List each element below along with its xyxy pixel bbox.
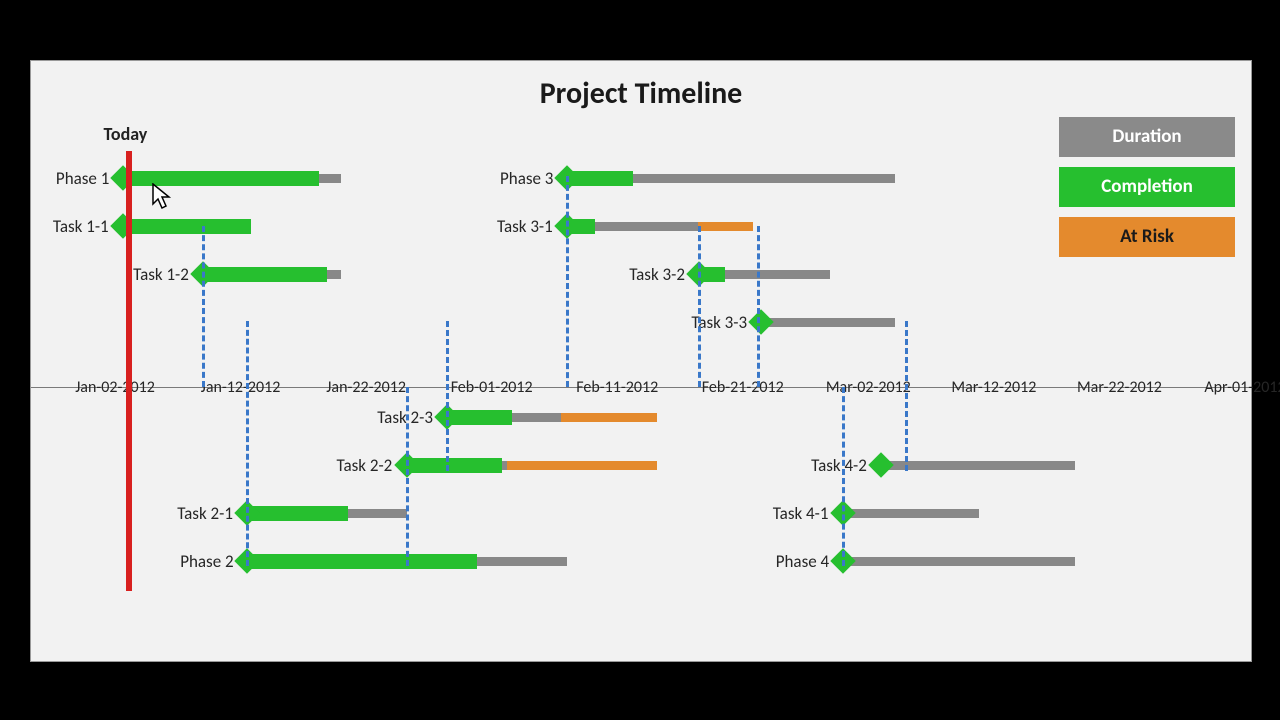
chart-title: Project Timeline bbox=[31, 75, 1251, 112]
task-label: Task 1-2 bbox=[133, 264, 189, 285]
x-tick: Apr-01-2012 bbox=[1204, 378, 1280, 397]
x-tick: Mar-12-2012 bbox=[951, 378, 1036, 397]
connector bbox=[202, 226, 205, 387]
cursor-icon bbox=[151, 183, 173, 211]
connector bbox=[446, 321, 449, 471]
x-tick: Mar-02-2012 bbox=[826, 378, 911, 397]
task-label: Task 2-1 bbox=[177, 503, 233, 524]
start-marker bbox=[749, 309, 774, 334]
start-marker bbox=[110, 213, 135, 238]
connector bbox=[757, 226, 760, 387]
today-label: Today bbox=[104, 123, 148, 145]
legend-duration: Duration bbox=[1059, 117, 1235, 157]
task-label: Phase 3 bbox=[500, 168, 553, 189]
x-tick: Mar-22-2012 bbox=[1077, 378, 1162, 397]
bar-completion bbox=[247, 554, 477, 569]
task-label: Task 4-2 bbox=[811, 455, 867, 476]
bar-completion bbox=[407, 458, 502, 473]
legend-completion: Completion bbox=[1059, 167, 1235, 207]
task-label: Phase 1 bbox=[56, 168, 109, 189]
x-tick: Feb-01-2012 bbox=[451, 378, 533, 397]
task-label: Task 1-1 bbox=[53, 216, 109, 237]
task-label: Task 3-1 bbox=[497, 216, 553, 237]
connector bbox=[842, 387, 845, 566]
connector bbox=[566, 176, 569, 387]
bar-duration bbox=[881, 461, 1075, 470]
task-label: Task 2-2 bbox=[337, 455, 393, 476]
x-tick: Feb-11-2012 bbox=[576, 378, 658, 397]
connector bbox=[406, 387, 409, 566]
connector bbox=[698, 226, 701, 387]
bar-completion bbox=[203, 267, 327, 282]
bar-duration bbox=[761, 318, 894, 327]
task-label: Task 4-1 bbox=[773, 503, 829, 524]
bar-completion bbox=[123, 219, 251, 234]
bar-completion bbox=[247, 506, 347, 521]
x-tick: Feb-21-2012 bbox=[702, 378, 784, 397]
chart-frame: Project Timeline Duration Completion At … bbox=[30, 60, 1252, 662]
bar-duration bbox=[843, 557, 1076, 566]
x-tick: Jan-22-2012 bbox=[326, 378, 406, 397]
bar-at-risk bbox=[698, 222, 754, 231]
bar-at-risk bbox=[507, 461, 658, 470]
legend-at-risk: At Risk bbox=[1059, 217, 1235, 257]
start-marker bbox=[868, 452, 893, 477]
today-line bbox=[126, 151, 132, 591]
task-label: Phase 2 bbox=[180, 551, 233, 572]
bar-at-risk bbox=[561, 413, 658, 422]
bar-duration bbox=[843, 509, 980, 518]
x-tick: Jan-02-2012 bbox=[75, 378, 155, 397]
bar-completion bbox=[123, 171, 319, 186]
task-label: Task 3-2 bbox=[629, 264, 685, 285]
connector bbox=[246, 321, 249, 566]
x-tick: Jan-12-2012 bbox=[201, 378, 281, 397]
connector bbox=[905, 321, 908, 471]
task-label: Phase 4 bbox=[776, 551, 829, 572]
start-marker bbox=[110, 165, 135, 190]
